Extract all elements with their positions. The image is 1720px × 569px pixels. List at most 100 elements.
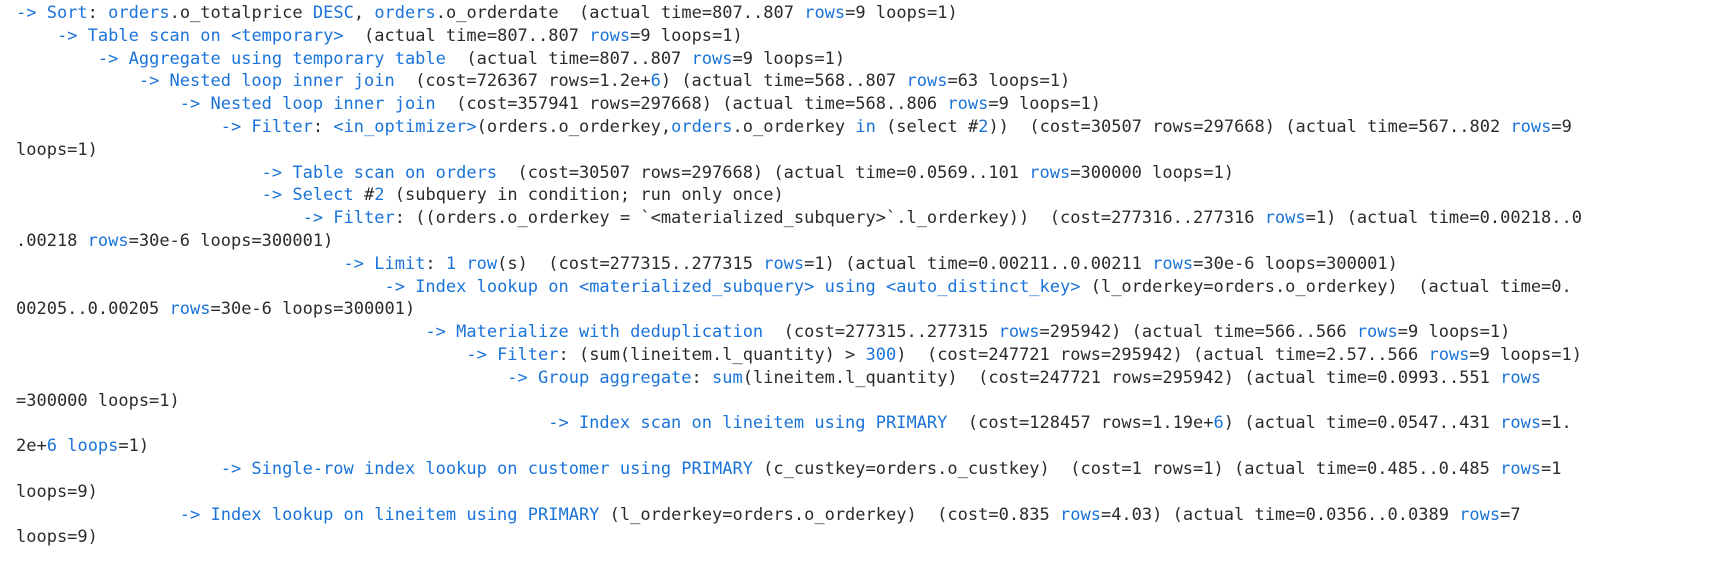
- plan-text: 00205..0.00205: [16, 299, 170, 320]
- plan-keyword: Table scan on: [87, 25, 231, 46]
- plan-keyword: Filter: [333, 208, 395, 229]
- plan-text: (c_custkey=orders.o_custkey) (cost=1 row…: [752, 458, 1501, 479]
- plan-keyword: <in_optimizer>: [333, 116, 477, 137]
- plan-keyword: rows: [169, 299, 211, 320]
- plan-keyword: Index scan on lineitem using PRIMARY: [578, 413, 948, 434]
- plan-text: (lineitem.l_quantity) (cost=247721 rows=…: [742, 367, 1501, 388]
- plan-keyword: 1 row: [445, 253, 498, 274]
- plan-text: =1: [1541, 458, 1562, 479]
- plan-keyword: ->: [384, 276, 416, 297]
- plan-keyword: rows: [1500, 367, 1542, 388]
- plan-text: ) (actual time=568..807: [660, 71, 907, 92]
- plan-text: =9 loops=1): [1469, 344, 1583, 365]
- plan-keyword: orders: [374, 3, 436, 23]
- plan-text: =30e-6 loops=300001): [210, 299, 416, 320]
- plan-keyword: 2: [374, 185, 385, 206]
- plan-line: 00205..0.00205 rows=30e-6 loops=300001): [16, 298, 1720, 321]
- plan-text: =30e-6 loops=300001): [128, 230, 334, 251]
- plan-text: =30e-6 loops=300001): [1193, 253, 1398, 274]
- plan-text: .o_orderkey: [732, 116, 856, 137]
- plan-keyword: 2: [978, 116, 989, 137]
- plan-indent: [16, 345, 466, 365]
- plan-keyword: ->: [220, 116, 252, 137]
- plan-keyword: rows: [1356, 322, 1398, 343]
- plan-keyword: 6: [46, 436, 57, 457]
- plan-keyword: orders: [108, 3, 170, 23]
- plan-line: -> Filter: <in_optimizer>(orders.o_order…: [16, 116, 1720, 139]
- plan-keyword: rows: [589, 25, 631, 46]
- plan-text: (cost=726367 rows=1.2e+: [394, 71, 651, 92]
- plan-text: [57, 436, 67, 456]
- plan-line: -> Filter: (sum(lineitem.l_quantity) > 3…: [16, 344, 1720, 367]
- plan-line: -> Select #2 (subquery in condition; run…: [16, 184, 1720, 207]
- plan-keyword: rows: [1510, 116, 1552, 137]
- plan-keyword: rows: [804, 3, 846, 23]
- plan-text: (l_orderkey=orders.o_orderkey) (cost=0.8…: [599, 504, 1060, 525]
- plan-text: loops=9): [16, 481, 98, 502]
- plan-line: -> Table scan on orders (cost=30507 rows…: [16, 162, 1720, 185]
- plan-text: :: [691, 367, 713, 388]
- plan-keyword: Aggregate using temporary table: [128, 48, 446, 69]
- plan-text: (orders.o_orderkey,: [476, 116, 672, 137]
- plan-keyword: ->: [179, 504, 211, 525]
- plan-keyword: rows: [87, 230, 129, 251]
- plan-keyword: <auto_distinct_key>: [886, 276, 1081, 297]
- plan-text: =9 loops=1): [630, 25, 743, 46]
- plan-keyword: rows: [1428, 344, 1470, 365]
- plan-line: loops=9): [16, 526, 1720, 549]
- plan-keyword: rows: [1029, 162, 1071, 183]
- plan-text: =300000 loops=1): [1070, 162, 1234, 183]
- plan-line: .00218 rows=30e-6 loops=300001): [16, 230, 1720, 253]
- query-plan-output: -> Sort: orders.o_totalprice DESC, order…: [0, 0, 1720, 569]
- plan-keyword: rows: [1152, 253, 1194, 274]
- plan-keyword: ->: [548, 413, 579, 434]
- plan-keyword: ->: [466, 344, 498, 365]
- plan-keyword: rows: [1500, 413, 1542, 434]
- plan-text: =9: [1551, 116, 1572, 137]
- plan-keyword: rows: [947, 94, 989, 115]
- plan-indent: [16, 277, 384, 297]
- plan-keyword: Group aggregate: [538, 367, 692, 388]
- plan-text: )) (cost=30507 rows=297668) (actual time…: [988, 116, 1511, 137]
- plan-keyword: ->: [507, 367, 538, 388]
- plan-text: (s) (cost=277315..277315: [497, 253, 764, 274]
- plan-keyword: ->: [220, 458, 252, 479]
- plan-line: -> Materialize with deduplication (cost=…: [16, 321, 1720, 344]
- plan-text: =1) (actual time=0.00218..0: [1305, 208, 1582, 229]
- plan-keyword: rows: [1264, 208, 1306, 229]
- plan-keyword: Index lookup on lineitem using PRIMARY: [210, 504, 600, 525]
- plan-indent: [16, 163, 262, 183]
- plan-text: =9 loops=1): [988, 94, 1101, 115]
- plan-text: .o_totalprice: [169, 3, 313, 23]
- plan-keyword: Materialize with deduplication: [456, 322, 764, 343]
- plan-keyword: ->: [261, 185, 293, 206]
- plan-text: =300000 loops=1): [16, 390, 180, 411]
- plan-indent: [16, 459, 221, 479]
- plan-keyword: sum: [712, 367, 743, 388]
- plan-keyword: rows: [691, 48, 733, 69]
- plan-text: =4.03) (actual time=0.0356..0.0389: [1100, 504, 1460, 525]
- plan-keyword: using: [814, 276, 887, 297]
- plan-keyword: ->: [261, 162, 293, 183]
- plan-keyword: Nested loop inner join: [169, 71, 395, 92]
- plan-keyword: rows: [763, 253, 805, 274]
- plan-indent: [16, 322, 425, 342]
- plan-keyword: ->: [97, 48, 129, 69]
- plan-text: .00218: [16, 230, 88, 251]
- plan-keyword: 6: [650, 71, 661, 92]
- plan-indent: [16, 94, 180, 114]
- plan-line: =300000 loops=1): [16, 390, 1720, 413]
- plan-keyword: ->: [138, 71, 170, 92]
- plan-keyword: rows: [906, 71, 948, 92]
- plan-keyword: in: [855, 116, 876, 137]
- plan-indent: [16, 368, 507, 388]
- plan-line: -> Nested loop inner join (cost=726367 r…: [16, 70, 1720, 93]
- plan-text: (cost=30507 rows=297668) (actual time=0.…: [497, 162, 1030, 183]
- plan-keyword: <materialized_subquery>: [578, 276, 815, 297]
- plan-indent: [16, 254, 344, 274]
- plan-keyword: Sort: [46, 3, 88, 23]
- plan-keyword: Single-row index lookup on customer usin…: [251, 458, 753, 479]
- plan-line: 2e+6 loops=1): [16, 435, 1720, 458]
- plan-text: : ((orders.o_orderkey = `<materialized_s…: [394, 208, 1265, 229]
- plan-text: (cost=357941 rows=297668) (actual time=5…: [435, 94, 948, 115]
